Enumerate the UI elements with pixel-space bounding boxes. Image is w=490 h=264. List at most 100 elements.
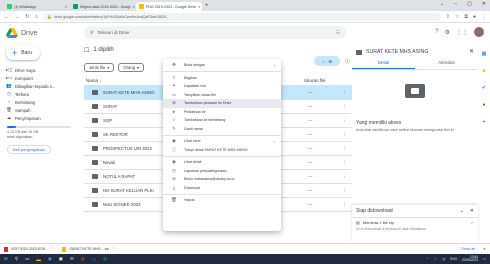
calendar-icon[interactable]: ▦ xyxy=(482,51,487,57)
menu-item[interactable]: ◉ Lihat versi › xyxy=(163,137,281,146)
filter-options-icon[interactable]: ☷ xyxy=(336,30,340,36)
whatsapp-icon[interactable]: ◎ xyxy=(103,256,107,262)
tab-details[interactable]: Detail xyxy=(352,60,415,69)
download-item[interactable]: ▤ Meminta 1 file zip ✓ xyxy=(352,217,478,226)
profile-icon[interactable]: ● xyxy=(473,14,476,20)
chevron-down-icon[interactable]: ⌄ xyxy=(440,1,444,7)
avatar[interactable] xyxy=(474,27,484,37)
notification-icon[interactable]: ▭ xyxy=(483,257,486,261)
store-icon[interactable]: ▣ xyxy=(59,256,63,262)
minimize-icon[interactable]: – xyxy=(454,1,457,7)
mail-icon[interactable]: ✉ xyxy=(70,256,74,262)
edge-icon[interactable]: ◉ xyxy=(48,256,52,262)
sidebar-item-my-drive[interactable]: ▸◫ Drive Saya xyxy=(4,66,78,74)
column-size[interactable]: Ukuran file xyxy=(304,78,326,83)
keep-icon[interactable]: ■ xyxy=(482,68,485,74)
windows-start-icon[interactable]: ⊞ xyxy=(4,256,8,262)
more-options-icon[interactable]: ⋮ xyxy=(342,160,346,166)
menu-item[interactable]: 🗑 Hapus xyxy=(163,196,281,205)
menu-item[interactable]: ▭ Tampilkan lokasi file xyxy=(163,91,281,100)
wifi-icon[interactable]: ◠ xyxy=(434,257,437,261)
sidebar-item-starred[interactable]: ☆ Berbintang xyxy=(4,98,78,106)
chevron-up-icon[interactable]: ⌃ xyxy=(112,247,115,251)
new-button[interactable]: + Baru xyxy=(6,45,40,60)
chrome-icon[interactable]: ◍ xyxy=(81,256,85,262)
more-options-icon[interactable]: ⋮ xyxy=(342,90,346,96)
home-icon[interactable]: ⌂ xyxy=(35,14,38,20)
close-icon[interactable]: ✕ xyxy=(469,49,474,55)
settings-icon[interactable]: ⚙ xyxy=(445,29,450,36)
more-options-icon[interactable]: ⋮ xyxy=(342,146,346,152)
sidebar-item-trash[interactable]: 🗑 Sampah xyxy=(4,106,78,114)
clear-selection-icon[interactable]: ☐ xyxy=(84,47,89,54)
volume-icon[interactable]: ◁) xyxy=(442,257,446,261)
menu-icon[interactable]: ⋮ xyxy=(481,14,486,20)
language-indicator[interactable]: ENG xyxy=(450,257,457,261)
more-options-icon[interactable]: ⋮ xyxy=(342,118,346,124)
menu-item[interactable]: ☆ Tambahkan ke berbintang xyxy=(163,116,281,125)
browser-tab-drive[interactable]: PUG 2019-2023 - Google Drive × xyxy=(136,2,202,11)
close-icon[interactable]: ✕ xyxy=(482,1,486,7)
more-options-icon[interactable]: ⋮ xyxy=(342,132,346,138)
search-bar[interactable]: ⚲ Telusuri di Drive ☷ xyxy=(84,26,346,39)
extensions-icon[interactable]: ⧉ xyxy=(464,14,468,20)
search-input[interactable]: Telusuri di Drive xyxy=(97,30,129,35)
back-icon[interactable]: ← xyxy=(4,14,10,20)
close-tab-icon[interactable]: × xyxy=(132,4,134,9)
close-icon[interactable]: ✕ xyxy=(483,247,486,251)
search-icon[interactable]: ⚲ xyxy=(90,30,93,36)
apps-icon[interactable]: ⋮⋮ xyxy=(456,29,468,36)
drive-logo[interactable]: Drive xyxy=(6,28,84,38)
browser-tab-sheets[interactable]: Wigrna data 2019-2023 - Googl × xyxy=(70,2,136,11)
share-icon[interactable]: ⇪ xyxy=(446,14,450,20)
more-options-icon[interactable]: ⋮ xyxy=(342,202,346,208)
word-icon[interactable]: W xyxy=(92,257,96,262)
menu-item[interactable]: ◉ Lihat detail xyxy=(163,158,281,167)
sidebar-item-recent[interactable]: ◷ Terbaru xyxy=(4,90,78,98)
add-icon[interactable]: + xyxy=(483,119,486,125)
search-icon[interactable]: ⚲ xyxy=(15,256,18,262)
maximize-icon[interactable]: ▢ xyxy=(467,1,472,7)
filter-people[interactable]: Orang ▾ xyxy=(118,62,145,72)
sidebar-item-storage[interactable]: ☁ Penyimpanan xyxy=(4,114,78,122)
show-all-button[interactable]: Show all xyxy=(461,247,475,251)
forward-icon[interactable]: → xyxy=(15,14,21,20)
close-tab-icon[interactable]: × xyxy=(198,4,200,9)
reload-icon[interactable]: ↻ xyxy=(25,14,30,20)
filter-file-type[interactable]: Jenis file ▾ xyxy=(84,62,115,72)
contacts-icon[interactable]: ● xyxy=(482,102,485,108)
sidebar-item-computers[interactable]: ▸▭ Komputer xyxy=(4,74,78,82)
url-field[interactable]: 🔒 drive.google.com/drive/folders/1pFHUGA… xyxy=(42,12,441,21)
tab-activity[interactable]: Aktivitas xyxy=(415,60,478,69)
tasks-icon[interactable]: ✔ xyxy=(482,85,486,91)
close-icon[interactable]: ✕ xyxy=(470,208,474,214)
more-options-icon[interactable]: ⋮ xyxy=(342,188,346,194)
star-icon[interactable]: ☆ xyxy=(455,14,459,20)
new-tab-button[interactable]: + xyxy=(205,2,209,11)
chevron-up-icon[interactable]: ⌃ xyxy=(426,257,429,261)
menu-item[interactable]: ⚭ Dapatkan link xyxy=(163,82,281,91)
download-shelf-item[interactable]: SURAT KETE MHS....zip ⌃ xyxy=(62,246,115,252)
chevron-up-icon[interactable]: ⌃ xyxy=(51,247,54,251)
browser-tab-whatsapp[interactable]: (1) WhatsApp × xyxy=(4,2,70,11)
menu-item[interactable]: ✥ Buka dengan › xyxy=(163,61,281,70)
more-options-icon[interactable]: ⋮ xyxy=(342,104,346,110)
task-view-icon[interactable]: ▭ xyxy=(25,256,29,262)
menu-item[interactable]: ⤓ Download xyxy=(163,184,281,193)
buy-storage-button[interactable]: Beli penyimpanan xyxy=(7,145,51,154)
info-icon[interactable]: ⓘ xyxy=(345,58,350,65)
menu-item[interactable]: ◷ Laporkan penyalahgunaan xyxy=(163,167,281,176)
close-tab-icon[interactable]: × xyxy=(65,4,67,9)
download-shelf-item[interactable]: SOP 2019-2023 KOK... ⌃ xyxy=(4,246,54,252)
more-options-icon[interactable]: ⋮ xyxy=(342,174,346,180)
view-toggle[interactable]: ✓ ⊞ xyxy=(314,56,340,66)
menu-item[interactable]: ✎ Ganti nama xyxy=(163,125,281,134)
menu-item[interactable]: ▸ Pindahkan ke xyxy=(163,108,281,117)
menu-item[interactable]: ⓘ Tutupi detail SURAT KETE MHS ASING xyxy=(163,146,281,155)
menu-item[interactable]: ⇪ Bagikan xyxy=(163,74,281,83)
clock[interactable]: 13:54 20/05/2023 xyxy=(462,255,478,263)
help-icon[interactable]: ? xyxy=(435,29,438,35)
sidebar-item-shared[interactable]: 👥 Dibagikan kepada s... xyxy=(4,82,78,90)
menu-item[interactable]: ⊘ Blokir mahasiswa@uinsby.ac.id xyxy=(163,175,281,184)
menu-item[interactable]: ⊕ Tambahkan pintasan ke Drive xyxy=(163,99,281,108)
